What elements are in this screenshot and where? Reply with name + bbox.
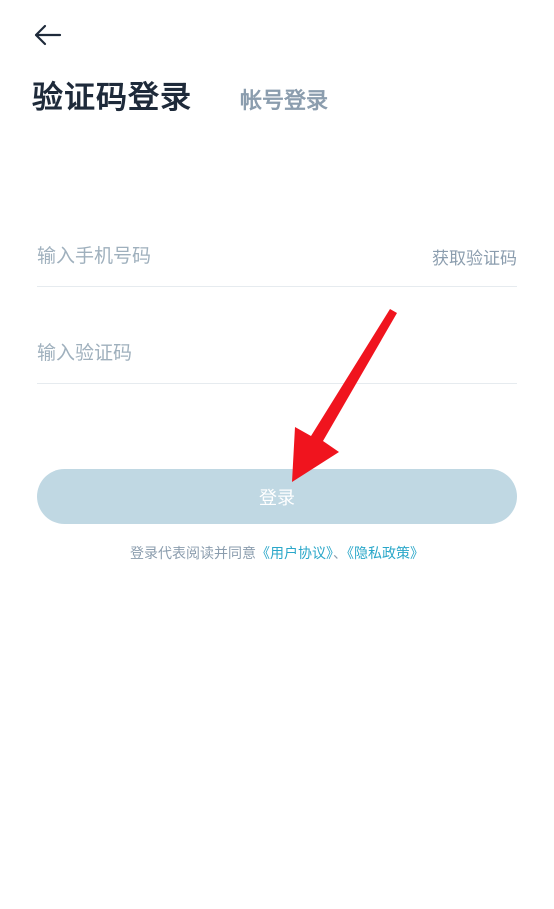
login-button[interactable]: 登录 bbox=[37, 469, 517, 524]
tab-account-login[interactable]: 帐号登录 bbox=[240, 83, 328, 115]
back-arrow-icon bbox=[34, 24, 62, 46]
agreement-prefix: 登录代表阅读并同意 bbox=[130, 546, 256, 562]
tab-sms-login[interactable]: 验证码登录 bbox=[32, 72, 192, 117]
login-tabs: 验证码登录 帐号登录 bbox=[32, 72, 328, 117]
login-button-label: 登录 bbox=[259, 487, 295, 509]
code-field bbox=[37, 323, 517, 384]
get-code-button[interactable]: 获取验证码 bbox=[432, 244, 517, 269]
user-agreement-link[interactable]: 《用户协议》 bbox=[256, 546, 333, 562]
annotation-arrow-icon bbox=[292, 309, 397, 482]
code-input[interactable] bbox=[37, 342, 357, 364]
privacy-policy-link[interactable]: 《隐私政策》 bbox=[347, 546, 424, 562]
agreement-text: 登录代表阅读并同意《用户协议》、《隐私政策》 bbox=[0, 543, 554, 563]
phone-field: 获取验证码 bbox=[37, 226, 517, 287]
phone-input[interactable] bbox=[37, 245, 357, 267]
agreement-separator: 、 bbox=[333, 546, 347, 562]
back-button[interactable] bbox=[30, 20, 64, 50]
